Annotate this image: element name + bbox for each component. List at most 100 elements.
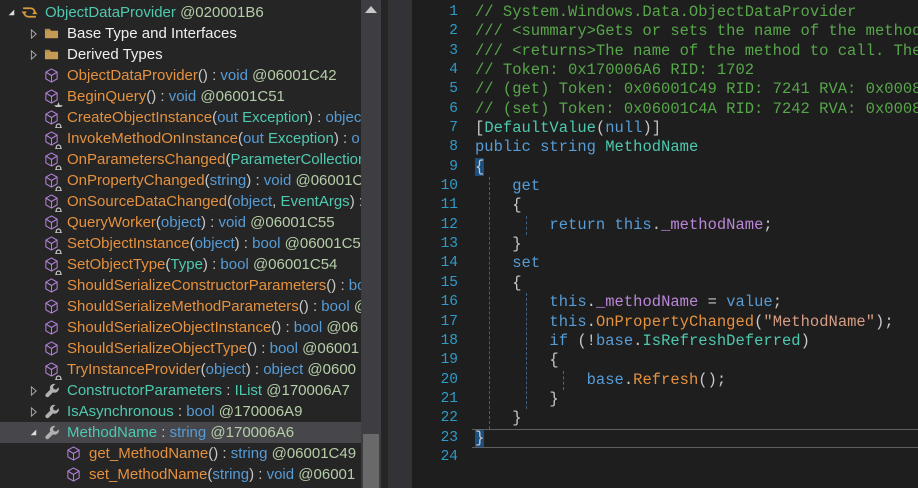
tree-row[interactable]: OnPropertyChanged(string) : void @06001C — [0, 170, 361, 191]
tree-row[interactable]: set_MethodName(string) : void @06001 — [0, 464, 361, 485]
tree-row[interactable]: ShouldSerializeObjectType() : bool @0600… — [0, 338, 361, 359]
tree-row[interactable]: get_MethodName() : string @06001C49 — [0, 443, 361, 464]
code-line[interactable]: 24 — [412, 448, 918, 467]
tree-row[interactable]: ShouldSerializeObjectInstance() : bool @… — [0, 317, 361, 338]
code-line-text[interactable]: { — [472, 158, 918, 177]
tree-row-label: ShouldSerializeObjectInstance() : bool @… — [67, 319, 358, 336]
tree-row[interactable]: OnSourceDataChanged(object, EventArgs) : — [0, 191, 361, 212]
code-line[interactable]: 1// System.Windows.Data.ObjectDataProvid… — [412, 3, 918, 22]
method-cube-icon — [42, 340, 61, 357]
tree-row-selected[interactable]: MethodName : string @170006A6 — [0, 422, 361, 443]
code-line[interactable]: 22 } — [412, 409, 918, 428]
chevron-expanded-icon[interactable] — [3, 5, 20, 21]
lock-overlay-icon — [54, 266, 63, 275]
tree-row[interactable]: ObjectDataProvider() : void @06001C42 — [0, 65, 361, 86]
code-line-text[interactable]: return this._methodName; — [472, 216, 918, 235]
line-number: 24 — [412, 448, 472, 467]
tree-row[interactable]: SetObjectType(Type) : bool @06001C54 — [0, 254, 361, 275]
chevron-collapsed-icon[interactable] — [25, 26, 42, 42]
code-line[interactable]: 2/// <summary>Gets or sets the name of t… — [412, 22, 918, 41]
code-editor[interactable]: 1// System.Windows.Data.ObjectDataProvid… — [412, 0, 918, 488]
code-line[interactable]: 10 get — [412, 177, 918, 196]
code-line[interactable]: 3/// <returns>The name of the method to … — [412, 42, 918, 61]
tree-row[interactable]: ShouldSerializeConstructorParameters() :… — [0, 275, 361, 296]
dnspy-window: ObjectDataProvider @020001B6 Base Type a… — [0, 0, 918, 488]
property-wrench-icon — [42, 382, 61, 399]
property-wrench-icon — [42, 403, 61, 420]
code-line[interactable]: 18 if (!base.IsRefreshDeferred) — [412, 332, 918, 351]
class-icon — [20, 4, 39, 21]
line-number: 4 — [412, 61, 472, 80]
code-line[interactable]: 15 { — [412, 274, 918, 293]
tree-row[interactable]: Derived Types — [0, 44, 361, 65]
method-cube-icon — [42, 67, 61, 84]
code-line-text-current[interactable]: } — [472, 429, 918, 448]
code-line-text[interactable]: } — [472, 235, 918, 254]
scrollbar-thumb[interactable] — [363, 434, 379, 488]
code-line-text[interactable]: { — [472, 274, 918, 293]
chevron-collapsed-icon[interactable] — [25, 404, 42, 420]
code-line-text[interactable]: set — [472, 254, 918, 273]
tree-row[interactable]: Base Type and Interfaces — [0, 23, 361, 44]
code-line[interactable]: 11 { — [412, 196, 918, 215]
method-cube-icon — [42, 130, 61, 147]
chevron-expanded-icon[interactable] — [25, 425, 42, 441]
expander-spacer — [25, 152, 42, 168]
tree-row[interactable]: CreateObjectInstance(out Exception) : ob… — [0, 107, 361, 128]
code-line-text[interactable]: // (set) Token: 0x06001C4A RID: 7242 RVA… — [472, 100, 918, 119]
tree-row[interactable]: ConstructorParameters : IList @170006A7 — [0, 380, 361, 401]
lock-overlay-icon — [54, 224, 63, 233]
code-line-text[interactable] — [472, 448, 918, 467]
code-line-text[interactable]: /// <returns>The name of the method to c… — [472, 42, 918, 61]
code-line[interactable]: 23} — [412, 429, 918, 448]
glyph-margin[interactable] — [388, 0, 412, 488]
line-number: 23 — [412, 429, 472, 448]
tree-row[interactable]: OnParametersChanged(ParameterCollection — [0, 149, 361, 170]
code-line-text[interactable]: this._methodName = value; — [472, 293, 918, 312]
code-line-text[interactable]: public string MethodName — [472, 138, 918, 157]
tree-row-label: ObjectDataProvider @020001B6 — [45, 4, 264, 21]
code-line[interactable]: 20 base.Refresh(); — [412, 371, 918, 390]
method-cube-icon — [42, 172, 61, 189]
code-line[interactable]: 19 { — [412, 351, 918, 370]
tree-row[interactable]: QueryWorker(object) : void @06001C55 — [0, 212, 361, 233]
tree-row[interactable]: InvokeMethodOnInstance(out Exception) : … — [0, 128, 361, 149]
code-line[interactable]: 5// (get) Token: 0x06001C49 RID: 7241 RV… — [412, 80, 918, 99]
expander-spacer — [25, 194, 42, 210]
tree-row[interactable]: ShouldSerializeMethodParameters() : bool… — [0, 296, 361, 317]
tree-row[interactable]: SetObjectInstance(object) : bool @06001C… — [0, 233, 361, 254]
code-line[interactable]: 16 this._methodName = value; — [412, 293, 918, 312]
scroll-up-arrow-icon[interactable] — [365, 6, 377, 13]
tree-row[interactable]: TryInstanceProvider(object) : object @06… — [0, 359, 361, 380]
code-line-text[interactable]: get — [472, 177, 918, 196]
code-line-text[interactable]: base.Refresh(); — [472, 371, 918, 390]
code-line-text[interactable]: { — [472, 351, 918, 370]
code-line-text[interactable]: [DefaultValue(null)] — [472, 119, 918, 138]
code-line-text[interactable]: /// <summary>Gets or sets the name of th… — [472, 22, 918, 41]
code-line[interactable]: 7[DefaultValue(null)] — [412, 119, 918, 138]
code-line-text[interactable]: // System.Windows.Data.ObjectDataProvide… — [472, 3, 918, 22]
code-line[interactable]: 12 return this._methodName; — [412, 216, 918, 235]
code-line-text[interactable]: } — [472, 390, 918, 409]
code-line[interactable]: 9{ — [412, 158, 918, 177]
chevron-collapsed-icon[interactable] — [25, 47, 42, 63]
code-line-text[interactable]: { — [472, 196, 918, 215]
tree-scrollbar[interactable] — [361, 0, 381, 488]
code-line[interactable]: 4// Token: 0x170006A6 RID: 1702 — [412, 61, 918, 80]
code-line-text[interactable]: // Token: 0x170006A6 RID: 1702 — [472, 61, 918, 80]
tree-row[interactable]: IsAsynchronous : bool @170006A9 — [0, 401, 361, 422]
code-line[interactable]: 13 } — [412, 235, 918, 254]
tree-row-label: OnPropertyChanged(string) : void @06001C — [67, 172, 361, 189]
code-line[interactable]: 17 this.OnPropertyChanged("MethodName"); — [412, 313, 918, 332]
chevron-collapsed-icon[interactable] — [25, 383, 42, 399]
code-line[interactable]: 14 set — [412, 254, 918, 273]
code-line-text[interactable]: } — [472, 409, 918, 428]
code-line[interactable]: 6// (set) Token: 0x06001C4A RID: 7242 RV… — [412, 100, 918, 119]
code-line-text[interactable]: this.OnPropertyChanged("MethodName"); — [472, 313, 918, 332]
code-line-text[interactable]: // (get) Token: 0x06001C49 RID: 7241 RVA… — [472, 80, 918, 99]
tree-row[interactable]: BeginQuery() : void @06001C51 — [0, 86, 361, 107]
code-line-text[interactable]: if (!base.IsRefreshDeferred) — [472, 332, 918, 351]
tree-row[interactable]: ObjectDataProvider @020001B6 — [0, 2, 361, 23]
code-line[interactable]: 8public string MethodName — [412, 138, 918, 157]
code-line[interactable]: 21 } — [412, 390, 918, 409]
